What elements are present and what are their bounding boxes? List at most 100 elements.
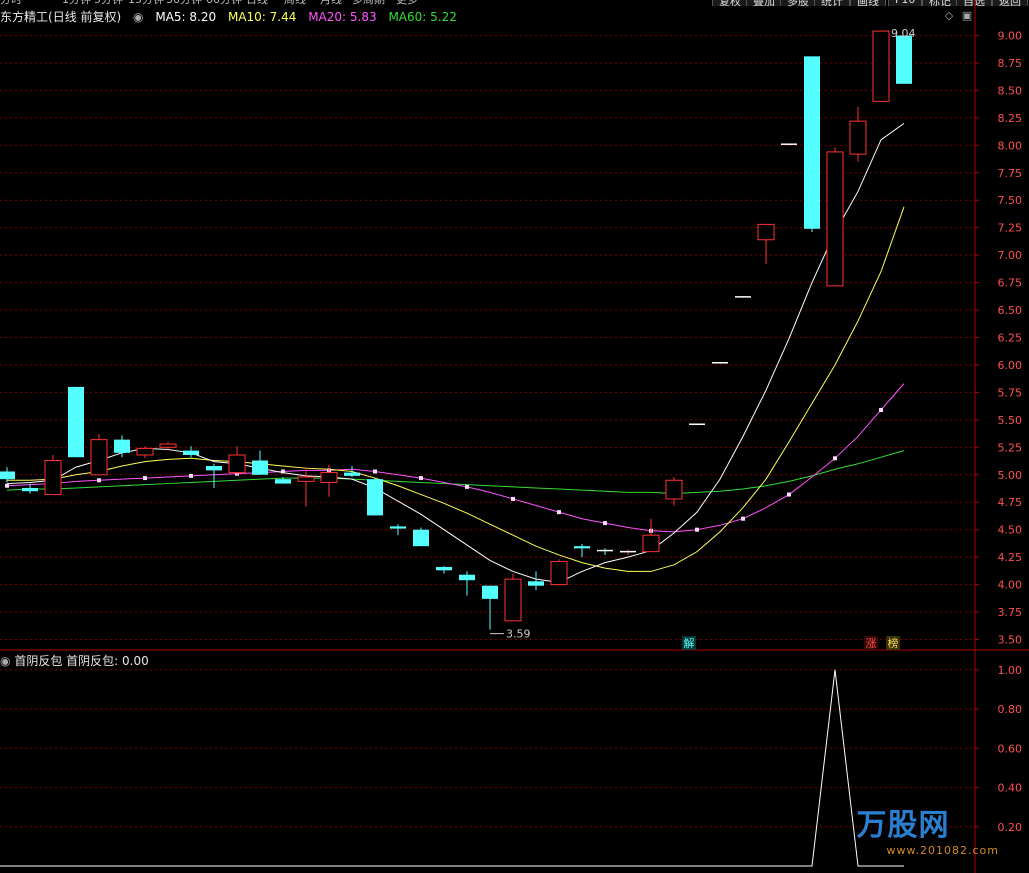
candle-body (872, 30, 890, 102)
candle-body (367, 479, 383, 516)
candle-body (390, 526, 406, 529)
price-tick-label: 9.00 (998, 29, 1023, 42)
price-tick-label: 7.75 (998, 167, 1023, 180)
candle-body (159, 443, 177, 448)
candle-body (826, 151, 844, 287)
candle-body (297, 476, 315, 482)
price-tick-label: 5.50 (998, 414, 1023, 427)
ma20-point (5, 483, 9, 488)
price-tick-label: 5.25 (998, 441, 1023, 454)
watermark-logo: 万股网 www.201082.com (857, 800, 999, 857)
indicator-tick-label: 0.60 (998, 742, 1023, 755)
ma20-point (97, 478, 101, 483)
ma20-point (741, 516, 745, 521)
indicator-tick-label: 1.00 (998, 664, 1023, 677)
candle-body (849, 120, 867, 155)
restore-icon[interactable]: ▣ (960, 9, 974, 23)
candle-body (136, 447, 154, 456)
candle-body (252, 460, 268, 475)
ma20-value: MA20: 5.83 (308, 10, 377, 24)
price-tick-label: 6.75 (998, 277, 1023, 290)
price-tick-label: 7.50 (998, 194, 1023, 207)
candle-body (44, 460, 62, 496)
candle-body (804, 56, 820, 229)
price-tick-label: 8.50 (998, 84, 1023, 97)
indicator-line (0, 669, 904, 867)
ma20-point (511, 496, 515, 501)
candle-body (665, 479, 683, 500)
ma20-point (833, 456, 837, 461)
chevron-down-icon[interactable]: ◉ (0, 654, 10, 668)
ma5-value: MA5: 8.20 (155, 10, 217, 24)
candle-body (228, 454, 246, 474)
candle-body (528, 581, 544, 586)
candle-body (757, 223, 775, 241)
candle-body (114, 439, 130, 453)
price-tick-label: 5.75 (998, 386, 1023, 399)
candle-body (0, 471, 15, 480)
price-tick-label: 4.00 (998, 579, 1023, 592)
zhang-tag[interactable]: 涨 (866, 637, 877, 650)
ma10-line (7, 206, 905, 572)
price-tick-label: 3.50 (998, 634, 1023, 647)
price-tick-label: 7.25 (998, 222, 1023, 235)
ma20-point (189, 473, 193, 478)
price-tick-label: 6.00 (998, 359, 1023, 372)
watermark-text: 万股网 (856, 808, 950, 843)
candle-body (68, 386, 84, 458)
candle-body (183, 450, 199, 456)
indicator-tick-label: 0.40 (998, 782, 1023, 795)
chart-canvas: 3.50 3.75 4.00 4.25 4.50 4.75 5.00 5.25 5.50 5.75… (0, 0, 1029, 873)
jie-tag[interactable]: 解 (684, 636, 695, 650)
ma20-point (281, 469, 285, 474)
price-tick-label: 3.75 (998, 606, 1023, 619)
ma20-point (879, 407, 883, 412)
ma20-line (6, 383, 905, 533)
ma20-point (419, 476, 423, 481)
price-tick-label: 4.25 (998, 551, 1023, 564)
ma20-point (373, 469, 377, 474)
ma20-point (695, 527, 699, 532)
candle-body (275, 479, 291, 484)
candle-body (436, 567, 452, 571)
price-tick-label: 4.50 (998, 524, 1023, 537)
ma20-point (557, 510, 561, 515)
candle-body (344, 472, 360, 476)
ma60-line (6, 450, 905, 494)
indicator-header: ◉ 首阴反包 首阴反包: 0.00 (0, 652, 149, 670)
price-tick-label: 6.25 (998, 332, 1023, 345)
ma20-point (143, 476, 147, 481)
ma5-line (6, 122, 905, 583)
candle-body (22, 487, 38, 492)
indicator-tick-label: 0.20 (998, 821, 1023, 834)
candle-body (504, 578, 522, 622)
main-chart-header: 东方精工(日线 前复权) ◉ MA5: 8.20 MA10: 7.44 MA20… (0, 8, 465, 26)
candle-body (482, 585, 498, 599)
stock-name: 东方精工 (0, 10, 49, 24)
price-tick-label: 8.00 (998, 139, 1023, 152)
ma20-point (603, 521, 607, 526)
price-tick-label: 8.75 (998, 57, 1023, 70)
candle-body (206, 465, 222, 471)
candle-body (896, 35, 912, 84)
candle-body (90, 439, 108, 476)
candle-body (550, 561, 568, 586)
ma20-point (465, 484, 469, 489)
price-tick-label: 4.75 (998, 496, 1023, 509)
candle-body (413, 529, 429, 547)
high-price-label: 9.04 (891, 27, 916, 40)
settings-icon[interactable]: ◉ (133, 10, 143, 24)
price-tick-label: 8.25 (998, 112, 1023, 125)
price-tick-label: 6.50 (998, 304, 1023, 317)
ma20-point (787, 492, 791, 497)
candle-body (574, 546, 590, 549)
ma10-value: MA10: 7.44 (227, 10, 297, 24)
candle-body (459, 574, 475, 581)
bang-tag[interactable]: 榜 (888, 636, 899, 650)
low-price-label: 3.59 (506, 628, 531, 641)
candle-body (320, 472, 338, 483)
indicator-name: 首阴反包 (14, 654, 63, 668)
indicator-tick-label: 0.80 (998, 703, 1023, 716)
diamond-icon[interactable]: ◇ (942, 9, 956, 23)
price-tick-label: 7.00 (998, 249, 1023, 262)
